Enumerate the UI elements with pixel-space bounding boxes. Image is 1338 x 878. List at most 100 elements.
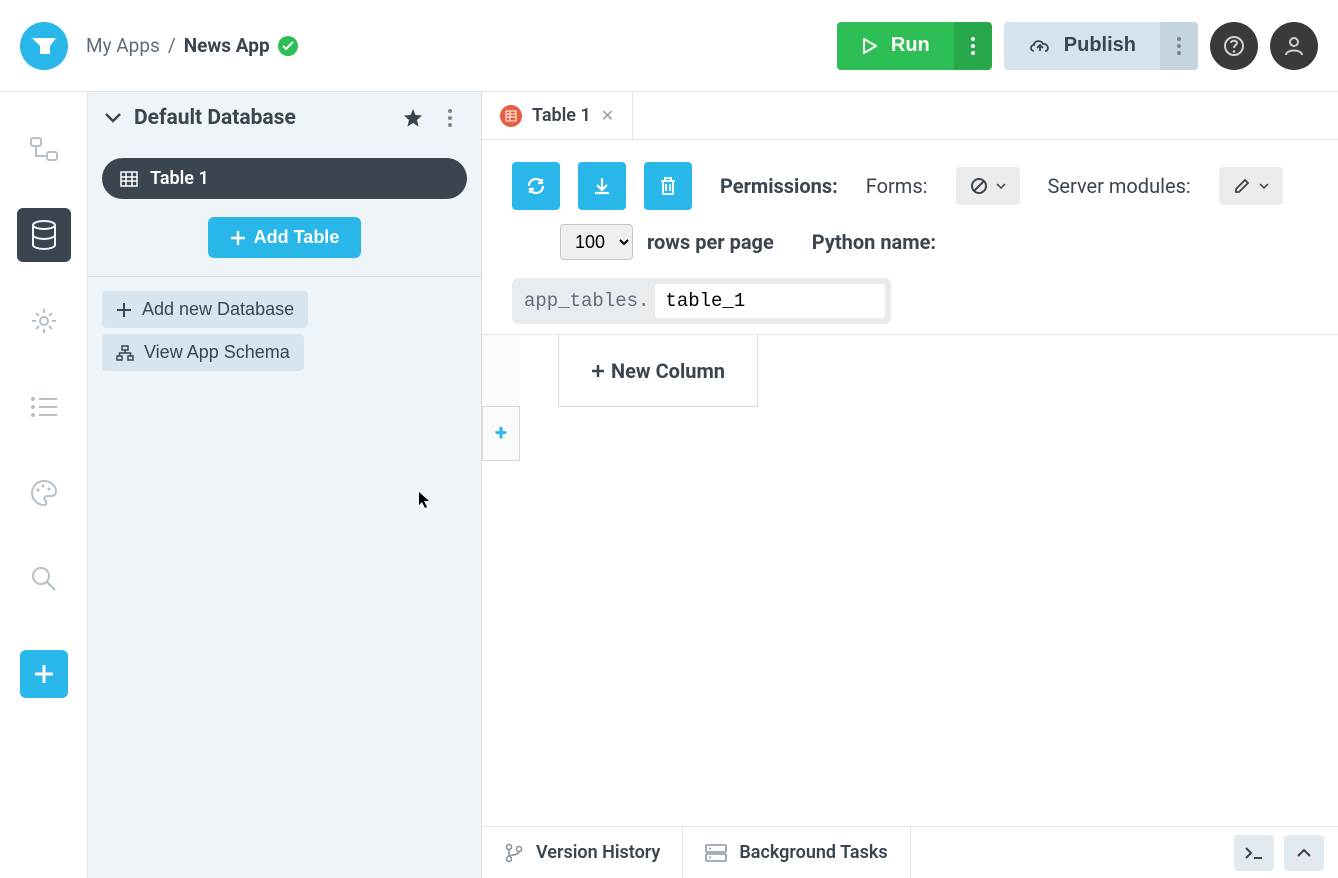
- refresh-button[interactable]: [512, 162, 560, 210]
- status-badge-ok: [278, 36, 298, 56]
- python-name-prefix: app_tables.: [524, 290, 655, 312]
- python-name-input[interactable]: [655, 284, 885, 318]
- gear-icon: [29, 306, 59, 336]
- download-button[interactable]: [578, 162, 626, 210]
- app-header: My Apps / News App Run Publish: [0, 0, 1338, 92]
- sidebar-panel: Default Database Table 1 Add Table Add n…: [88, 92, 482, 878]
- add-row-button[interactable]: +: [482, 407, 520, 461]
- table-item-label: Table 1: [150, 168, 209, 189]
- help-button[interactable]: [1210, 22, 1258, 70]
- publish-more-button[interactable]: [1160, 22, 1198, 70]
- new-column-label: New Column: [611, 359, 725, 383]
- check-icon: [282, 41, 294, 51]
- publish-button[interactable]: Publish: [1004, 22, 1160, 70]
- breadcrumb-current[interactable]: News App: [184, 34, 270, 57]
- download-icon: [592, 176, 612, 196]
- database-icon: [29, 219, 59, 251]
- anvil-logo[interactable]: [20, 22, 68, 70]
- editor-tab[interactable]: Table 1 ✕: [482, 92, 633, 139]
- permissions-label: Permissions:: [720, 174, 838, 198]
- tab-close-button[interactable]: ✕: [601, 106, 614, 125]
- breadcrumb-root[interactable]: My Apps: [86, 34, 160, 57]
- rail-search[interactable]: [17, 552, 71, 606]
- run-button[interactable]: Run: [837, 22, 954, 70]
- new-column-button[interactable]: New Column: [558, 335, 758, 407]
- add-database-button[interactable]: Add new Database: [102, 291, 308, 328]
- add-database-label: Add new Database: [142, 299, 294, 320]
- table-toolbar: Permissions: Forms: Server modules: 100: [482, 140, 1338, 334]
- tab-label: Table 1: [532, 105, 591, 126]
- sidebar-more-button[interactable]: [435, 109, 465, 127]
- caret-down-icon: [1259, 183, 1269, 189]
- toolbar-button-group: [512, 162, 692, 210]
- user-icon: [1283, 35, 1305, 57]
- bottom-bar: Version History Background Tasks: [482, 826, 1338, 878]
- table-icon: [120, 171, 138, 187]
- plus-icon: [230, 230, 246, 246]
- tasks-icon: [705, 844, 727, 862]
- play-icon: [861, 37, 879, 55]
- plus-icon: [116, 302, 132, 318]
- search-icon: [30, 565, 58, 593]
- breadcrumb-sep: /: [168, 34, 176, 57]
- dots-vertical-icon: [448, 109, 452, 127]
- breadcrumb: My Apps / News App: [86, 34, 837, 57]
- console-button[interactable]: [1234, 835, 1274, 871]
- branch-icon: [504, 843, 524, 863]
- main-area: Default Database Table 1 Add Table Add n…: [0, 92, 1338, 878]
- sidebar-header: Default Database: [88, 92, 481, 144]
- collapse-panel-button[interactable]: [1284, 835, 1324, 871]
- publish-label: Publish: [1064, 34, 1136, 57]
- cursor-pointer: [418, 491, 432, 509]
- account-button[interactable]: [1270, 22, 1318, 70]
- python-name-label: Python name:: [812, 230, 936, 254]
- server-modules-label: Server modules:: [1048, 174, 1191, 198]
- rail-app-structure[interactable]: [17, 122, 71, 176]
- dots-vertical-icon: [1177, 37, 1181, 55]
- add-table-button[interactable]: Add Table: [208, 217, 362, 258]
- sidebar-actions: Add new Database View App Schema: [88, 277, 481, 385]
- pencil-icon: [1233, 177, 1251, 195]
- delete-button[interactable]: [644, 162, 692, 210]
- rail-theme[interactable]: [17, 466, 71, 520]
- star-icon[interactable]: [403, 108, 423, 128]
- tree-icon: [29, 134, 59, 164]
- forbidden-icon: [970, 177, 988, 195]
- grid-corner: [482, 335, 520, 407]
- table-tab-icon: [500, 105, 522, 127]
- run-more-button[interactable]: [954, 22, 992, 70]
- plus-icon: [591, 364, 605, 378]
- background-tasks-tab[interactable]: Background Tasks: [683, 827, 910, 878]
- rail-logs[interactable]: [17, 380, 71, 434]
- version-history-tab[interactable]: Version History: [482, 827, 683, 878]
- caret-down-icon: [996, 183, 1006, 189]
- list-icon: [29, 395, 59, 419]
- run-label: Run: [891, 34, 930, 57]
- table-item[interactable]: Table 1: [102, 158, 467, 199]
- add-table-label: Add Table: [254, 227, 340, 248]
- chevron-down-icon[interactable]: [104, 112, 122, 124]
- help-icon: [1223, 35, 1245, 57]
- tab-bar: Table 1 ✕: [482, 92, 1338, 140]
- anvil-icon: [30, 36, 58, 56]
- rows-per-page-group: 100 rows per page: [560, 224, 774, 260]
- rail-add-button[interactable]: [20, 650, 68, 698]
- view-schema-label: View App Schema: [144, 342, 290, 363]
- editor-area: Table 1 ✕ Permissions: Forms: [482, 92, 1338, 878]
- python-name-field: app_tables.: [512, 278, 891, 324]
- forms-permission-dropdown[interactable]: [956, 167, 1020, 205]
- table-list: Table 1 Add Table: [88, 144, 481, 276]
- table-grid: New Column +: [482, 334, 1338, 878]
- trash-icon: [659, 176, 677, 196]
- server-permission-dropdown[interactable]: [1219, 167, 1283, 205]
- view-schema-button[interactable]: View App Schema: [102, 334, 304, 371]
- rail-settings[interactable]: [17, 294, 71, 348]
- toolbar-row-2: 100 rows per page Python name: app_table…: [512, 224, 1308, 324]
- forms-label: Forms:: [866, 174, 928, 198]
- rail-database[interactable]: [17, 208, 71, 262]
- rows-per-page-select[interactable]: 100: [560, 224, 633, 260]
- refresh-icon: [525, 175, 547, 197]
- chevron-up-icon: [1296, 848, 1312, 858]
- rows-per-page-label: rows per page: [647, 230, 774, 254]
- database-title: Default Database: [134, 106, 391, 130]
